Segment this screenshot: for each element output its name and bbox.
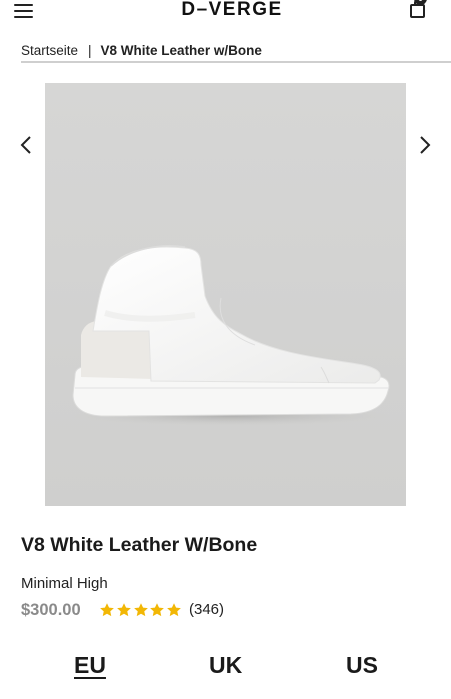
product-price: $300.00: [21, 601, 81, 619]
star-icon: [116, 603, 131, 617]
breadcrumb-separator: |: [88, 43, 92, 58]
product-page: D–VERGE 0 Startseite | V8 White Leather w/…: [0, 0, 451, 699]
breadcrumb-home-link[interactable]: Startseite: [21, 43, 78, 58]
rating-count: (346): [188, 601, 225, 618]
breadcrumb-current: V8 White Leather w/Bone: [100, 43, 262, 58]
breadcrumb: Startseite | V8 White Leather w/Bone: [21, 41, 262, 61]
star-icon: [150, 603, 165, 617]
hamburger-menu-icon[interactable]: [14, 3, 34, 19]
product-subtitle: Minimal High: [21, 575, 108, 592]
cart-button[interactable]: 0: [406, 0, 432, 22]
product-image: [45, 83, 406, 506]
site-header: D–VERGE 0: [0, 0, 451, 22]
size-system-tabs: EU UK US: [0, 649, 451, 689]
product-title: V8 White Leather W/Bone: [21, 534, 258, 556]
chevron-left-icon: [20, 136, 31, 154]
star-icon: [167, 603, 182, 617]
chevron-right-icon: [420, 136, 431, 154]
tab-size-eu[interactable]: EU: [74, 649, 106, 681]
star-icon: [133, 603, 148, 617]
breadcrumb-divider: [21, 61, 451, 63]
product-rating[interactable]: (346): [99, 600, 224, 620]
tab-size-us[interactable]: US: [346, 649, 378, 681]
sneaker-illustration: [45, 83, 406, 506]
star-icon: [100, 603, 114, 617]
gallery-next-button[interactable]: [414, 134, 434, 156]
gallery-prev-button[interactable]: [17, 134, 37, 156]
tab-size-uk[interactable]: UK: [209, 649, 242, 681]
brand-logo[interactable]: D–VERGE: [180, 0, 284, 21]
shopping-bag-icon: [410, 4, 425, 18]
